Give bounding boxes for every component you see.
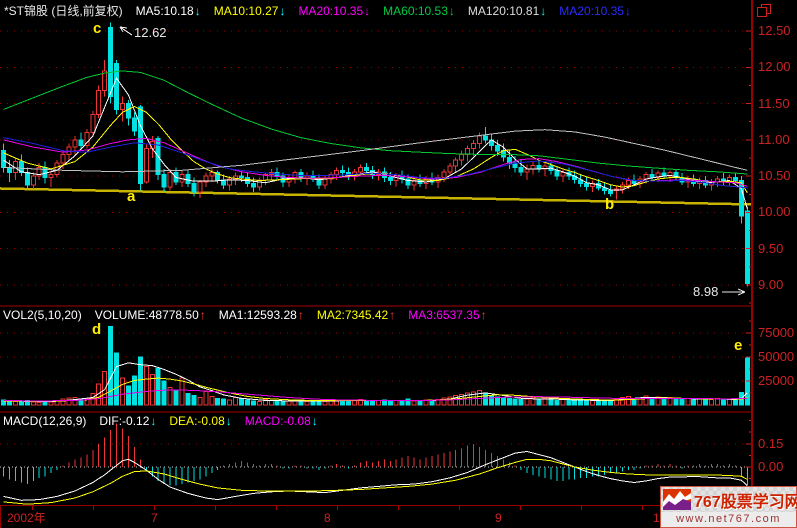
volume-axis-label: 75000	[758, 326, 795, 340]
trend-arrow-icon: ↓	[364, 4, 370, 18]
macd-legend: MACD(12,26,9)DIF:-0.12↓DEA:-0.08↓MACD:-0…	[3, 414, 318, 428]
volume-legend-item: MA1:12593.28↑	[219, 308, 304, 322]
price-axis-label: 9.50	[758, 242, 795, 256]
trend-arrow-icon: ↑	[200, 308, 206, 322]
time-axis-tick	[32, 506, 33, 510]
price-panel[interactable]	[0, 22, 752, 306]
price-axis-label: 12.50	[758, 24, 795, 38]
macd-legend-item: MACD(12,26,9)	[3, 414, 86, 428]
price-legend-text: MA20:10.35	[559, 4, 624, 18]
volume-legend-text: VOL2(5,10,20)	[3, 308, 82, 322]
trend-arrow-icon: ↓	[449, 4, 455, 18]
volume-legend-text: VOLUME:48778.50	[95, 308, 199, 322]
macd-legend-text: MACD:-0.08	[245, 414, 311, 428]
price-axis-label: 10.00	[758, 205, 795, 219]
time-axis-label: 9	[495, 511, 502, 525]
annotation-peak-price: 12.62	[134, 26, 167, 39]
annotation-d: d	[92, 322, 101, 337]
chart-canvas[interactable]	[0, 0, 753, 506]
macd-legend-item: MACD:-0.08↓	[245, 414, 318, 428]
volume-legend-item: VOL2(5,10,20)	[3, 308, 82, 322]
price-legend-text: MA5:10.18	[136, 4, 194, 18]
price-legend-text: MA20:10.35	[298, 4, 363, 18]
time-axis-tick	[215, 506, 216, 510]
price-legend-item: MA20:10.35↓	[559, 4, 631, 18]
volume-legend-text: MA3:6537.35	[408, 308, 479, 322]
price-legend-item: MA60:10.53↓	[383, 4, 455, 18]
time-axis-tick	[642, 506, 643, 510]
annotation-e: e	[734, 338, 742, 353]
time-axis-tick	[398, 506, 399, 510]
volume-axis-label: 25000	[758, 374, 795, 388]
volume-panel[interactable]	[0, 307, 752, 412]
price-legend-text: *ST锦股 (日线,前复权)	[4, 4, 123, 18]
time-axis-label: 7	[151, 511, 158, 525]
price-axis-label: 12.00	[758, 60, 795, 74]
volume-legend-item: VOLUME:48778.50↑	[95, 308, 206, 322]
macd-legend-text: MACD(12,26,9)	[3, 414, 86, 428]
price-legend-item: MA5:10.18↓	[136, 4, 201, 18]
price-legend-item: MA20:10.35↓	[298, 4, 370, 18]
price-axis-line	[751, 0, 753, 506]
price-legend-item: MA120:10.81↓	[468, 4, 546, 18]
macd-axis-label: 0.00	[758, 460, 795, 474]
volume-legend-item: MA3:6537.35↑	[408, 308, 486, 322]
annotation-low-price: 8.98	[693, 285, 718, 298]
restore-window-icon[interactable]	[756, 4, 772, 17]
volume-legend-text: MA1:12593.28	[219, 308, 297, 322]
macd-legend-item: DIF:-0.12↓	[99, 414, 156, 428]
trend-arrow-icon: ↓	[150, 414, 156, 428]
trend-arrow-icon: ↓	[195, 4, 201, 18]
macd-legend-text: DEA:-0.08	[169, 414, 224, 428]
trend-arrow-icon: ↓	[279, 4, 285, 18]
trend-arrow-icon: ↑	[298, 308, 304, 322]
watermark: 767股票学习网 www.net767.com	[660, 486, 797, 528]
volume-legend-item: MA2:7345.42↑	[317, 308, 395, 322]
price-legend-item: MA10:10.27↓	[214, 4, 286, 18]
volume-axis-label: 50000	[758, 350, 795, 364]
annotation-b: b	[605, 197, 614, 212]
time-axis-tick	[276, 506, 277, 510]
macd-axis-label: 0.15	[758, 437, 795, 451]
price-axis-label: 11.00	[758, 133, 795, 147]
price-legend-text: MA10:10.27	[214, 4, 279, 18]
price-ma-legend: *ST锦股 (日线,前复权)MA5:10.18↓MA10:10.27↓MA20:…	[4, 4, 631, 18]
watermark-url: www.net767.com	[661, 512, 796, 527]
watermark-header: 767股票学习网	[661, 487, 796, 512]
price-legend-item: *ST锦股 (日线,前复权)	[4, 4, 123, 18]
macd-legend-text: DIF:-0.12	[99, 414, 149, 428]
stock-app-window: *ST锦股 (日线,前复权)MA5:10.18↓MA10:10.27↓MA20:…	[0, 0, 797, 528]
price-axis-label: 11.50	[758, 97, 795, 111]
time-axis-label: 2002年	[7, 511, 46, 525]
volume-legend-text: MA2:7345.42	[317, 308, 388, 322]
price-legend-text: MA120:10.81	[468, 4, 539, 18]
watermark-logo-icon	[663, 489, 691, 510]
time-axis-tick	[337, 506, 338, 510]
time-axis-tick	[581, 506, 582, 510]
price-axis-label: 9.00	[758, 278, 795, 292]
trend-arrow-icon: ↓	[312, 414, 318, 428]
trend-arrow-icon: ↓	[540, 4, 546, 18]
time-axis-tick	[93, 506, 94, 510]
time-axis-label: 8	[324, 511, 331, 525]
trend-arrow-icon: ↓	[226, 414, 232, 428]
price-axis-label: 10.50	[758, 169, 795, 183]
volume-legend: VOL2(5,10,20)VOLUME:48778.50↑MA1:12593.2…	[3, 308, 487, 322]
time-axis-tick	[154, 506, 155, 510]
price-legend-text: MA60:10.53	[383, 4, 448, 18]
trend-arrow-icon: ↓	[625, 4, 631, 18]
trend-arrow-icon: ↑	[389, 308, 395, 322]
time-axis-tick	[459, 506, 460, 510]
annotation-a: a	[127, 189, 135, 204]
watermark-title: 767股票学习网	[694, 488, 797, 512]
time-axis-tick	[520, 506, 521, 510]
annotation-c: c	[93, 21, 101, 36]
macd-legend-item: DEA:-0.08↓	[169, 414, 231, 428]
restore-square-front	[757, 7, 767, 17]
trend-arrow-icon: ↑	[481, 308, 487, 322]
